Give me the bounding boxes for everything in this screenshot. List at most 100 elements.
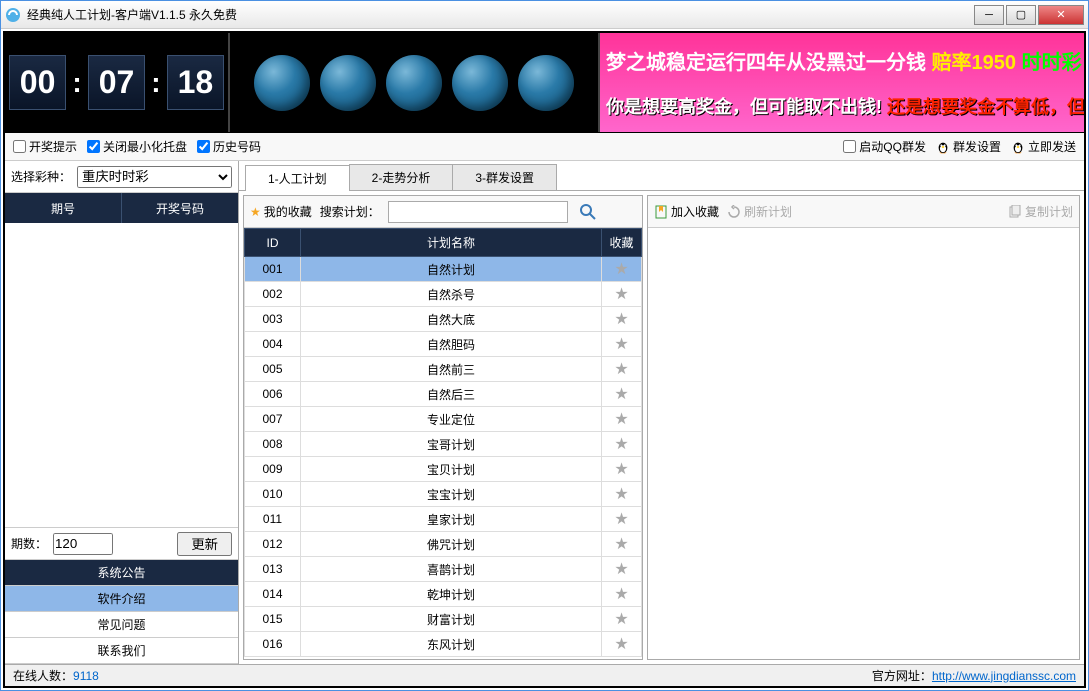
search-button[interactable] (576, 200, 600, 224)
plan-id: 015 (245, 607, 301, 632)
ball-2 (320, 55, 376, 111)
plan-id: 014 (245, 582, 301, 607)
plan-name: 宝宝计划 (301, 482, 602, 507)
favorite-star-icon[interactable]: ★ (614, 586, 628, 603)
qq-group-checkbox[interactable]: 启动QQ群发 (843, 138, 926, 155)
table-row[interactable]: 007专业定位★ (245, 407, 642, 432)
nav-list: 系统公告 软件介绍 常见问题 联系我们 (5, 559, 238, 664)
plan-id: 001 (245, 257, 301, 282)
table-row[interactable]: 004自然胆码★ (245, 332, 642, 357)
table-row[interactable]: 012佛咒计划★ (245, 532, 642, 557)
favorite-star-icon[interactable]: ★ (614, 311, 628, 328)
tab-group-send[interactable]: 3-群发设置 (452, 164, 557, 190)
favorite-star-icon[interactable]: ★ (614, 386, 628, 403)
qq-icon (936, 140, 950, 154)
tab-manual-plan[interactable]: 1-人工计划 (245, 165, 350, 191)
add-favorite-button[interactable]: 加入收藏 (654, 203, 719, 220)
issue-table-header: 期号 开奖号码 (5, 193, 238, 223)
plan-detail-body[interactable] (648, 228, 1079, 659)
plan-id: 004 (245, 332, 301, 357)
plan-name: 东风计划 (301, 632, 602, 657)
copy-plan-button[interactable]: 复制计划 (1008, 203, 1073, 220)
plan-id: 007 (245, 407, 301, 432)
refresh-plan-button[interactable]: 刷新计划 (727, 203, 792, 220)
tabs-row: 1-人工计划 2-走势分析 3-群发设置 (239, 161, 1084, 191)
table-row[interactable]: 003自然大底★ (245, 307, 642, 332)
online-label: 在线人数： (13, 667, 73, 684)
nav-item-faq[interactable]: 常见问题 (5, 612, 238, 638)
ball-1 (254, 55, 310, 111)
left-sidebar: 选择彩种： 重庆时时彩 期号 开奖号码 期数： 更新 系统公告 (5, 161, 239, 664)
update-button[interactable]: 更新 (177, 532, 232, 556)
table-row[interactable]: 015财富计划★ (245, 607, 642, 632)
favorite-star-icon[interactable]: ★ (614, 461, 628, 478)
favorite-star-icon[interactable]: ★ (614, 611, 628, 628)
lottery-select[interactable]: 重庆时时彩 (77, 166, 232, 188)
plan-id: 009 (245, 457, 301, 482)
favorite-star-icon[interactable]: ★ (614, 511, 628, 528)
result-balls (230, 33, 600, 132)
period-input[interactable] (53, 533, 113, 555)
favorite-star-icon[interactable]: ★ (614, 436, 628, 453)
app-window: 经典纯人工计划-客户端V1.1.5 永久免费 ─ ▢ ✕ 00 : 07 : 1… (0, 0, 1089, 691)
maximize-button[interactable]: ▢ (1006, 5, 1036, 25)
search-label: 搜索计划： (320, 203, 380, 220)
plan-id: 016 (245, 632, 301, 657)
table-row[interactable]: 011皇家计划★ (245, 507, 642, 532)
history-checkbox[interactable]: 历史号码 (197, 138, 261, 155)
plan-name: 自然杀号 (301, 282, 602, 307)
plan-id: 012 (245, 532, 301, 557)
favorite-star-icon[interactable]: ★ (614, 286, 628, 303)
table-row[interactable]: 014乾坤计划 ★ (245, 582, 642, 607)
online-count: 9118 (73, 669, 99, 683)
favorite-star-icon[interactable]: ★ (614, 486, 628, 503)
plan-id: 011 (245, 507, 301, 532)
plan-name: 宝贝计划 (301, 457, 602, 482)
table-row[interactable]: 001自然计划★ (245, 257, 642, 282)
group-settings-button[interactable]: 群发设置 (936, 138, 1001, 155)
ad-banner[interactable]: 梦之城稳定运行四年从没黑过一分钱 赔率1950 时时彩 你是想要高奖金，但可能取… (600, 33, 1084, 132)
table-row[interactable]: 016东风计划 ★ (245, 632, 642, 657)
tab-trend[interactable]: 2-走势分析 (349, 164, 454, 190)
plan-name: 乾坤计划 (301, 582, 602, 607)
timer-minutes: 07 (88, 55, 146, 110)
plan-id: 008 (245, 432, 301, 457)
right-area: 1-人工计划 2-走势分析 3-群发设置 ★ 我的收藏 搜索计划： (239, 161, 1084, 664)
my-favorites-button[interactable]: ★ 我的收藏 (250, 203, 312, 220)
nav-item-announcement[interactable]: 系统公告 (5, 560, 238, 586)
favorite-star-icon[interactable]: ★ (614, 636, 628, 653)
qq-icon (1011, 140, 1025, 154)
send-now-button[interactable]: 立即发送 (1011, 138, 1076, 155)
nav-item-intro[interactable]: 软件介绍 (5, 586, 238, 612)
plan-table-wrap[interactable]: ID 计划名称 收藏 001自然计划★002自然杀号★003自然大底★004自然… (244, 228, 642, 659)
star-icon: ★ (250, 205, 261, 219)
refresh-icon (727, 205, 741, 219)
table-row[interactable]: 010宝宝计划★ (245, 482, 642, 507)
favorite-star-icon[interactable]: ★ (614, 361, 628, 378)
plan-id: 003 (245, 307, 301, 332)
minimize-button[interactable]: ─ (974, 5, 1004, 25)
search-input[interactable] (388, 201, 568, 223)
plan-id: 002 (245, 282, 301, 307)
period-label: 期数： (11, 535, 47, 552)
window-title: 经典纯人工计划-客户端V1.1.5 永久免费 (27, 6, 237, 23)
favorite-star-icon[interactable]: ★ (614, 336, 628, 353)
close-button[interactable]: ✕ (1038, 5, 1084, 25)
min-tray-checkbox[interactable]: 关闭最小化托盘 (87, 138, 187, 155)
favorite-star-icon[interactable]: ★ (614, 536, 628, 553)
open-tip-checkbox[interactable]: 开奖提示 (13, 138, 77, 155)
favorite-star-icon[interactable]: ★ (614, 411, 628, 428)
table-row[interactable]: 009宝贝计划 ★ (245, 457, 642, 482)
plan-id: 005 (245, 357, 301, 382)
favorite-star-icon[interactable]: ★ (614, 261, 628, 278)
table-row[interactable]: 002自然杀号 ★ (245, 282, 642, 307)
plan-table: ID 计划名称 收藏 001自然计划★002自然杀号★003自然大底★004自然… (244, 228, 642, 657)
nav-item-contact[interactable]: 联系我们 (5, 638, 238, 664)
favorite-star-icon[interactable]: ★ (614, 561, 628, 578)
table-row[interactable]: 008宝哥计划★ (245, 432, 642, 457)
lottery-select-label: 选择彩种： (11, 168, 71, 185)
table-row[interactable]: 005自然前三★ (245, 357, 642, 382)
table-row[interactable]: 006自然后三★ (245, 382, 642, 407)
site-link[interactable]: http://www.jingdianssc.com (932, 669, 1076, 683)
table-row[interactable]: 013喜鹊计划★ (245, 557, 642, 582)
